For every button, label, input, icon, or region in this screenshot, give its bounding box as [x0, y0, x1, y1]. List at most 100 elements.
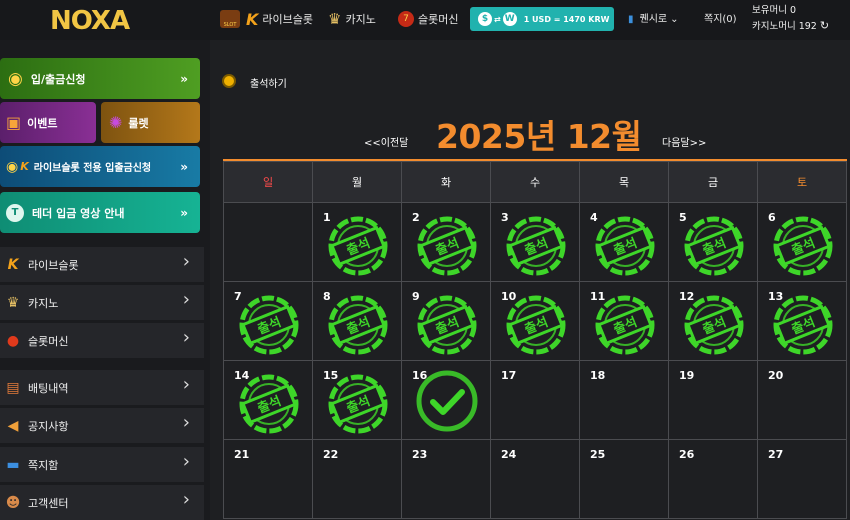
day-number: 27 — [768, 448, 784, 461]
exchange-rate-badge[interactable]: $ ⇄ W 1 USD = 1470 KRW — [470, 7, 614, 31]
day-number: 24 — [501, 448, 517, 461]
attendance-stamp-icon: 출석 — [328, 374, 388, 434]
attendance-stamp-icon: 출석 — [595, 295, 655, 355]
attendance-stamp-icon: 출석 — [417, 216, 477, 276]
menu-support[interactable]: ☻ 고객센터 › — [0, 485, 204, 520]
event-button[interactable]: ▣ 이벤트 — [0, 102, 96, 143]
casino-money-text: 카지노머니 192 — [752, 21, 817, 32]
attendance-label: 출석하기 — [250, 79, 287, 90]
calendar-day-cell[interactable]: 12 출석 — [668, 281, 758, 361]
top-header: NOXA SLOT K 라이브슬롯 ♛ 카지노 7 슬롯머신 $ ⇄ W 1 U… — [0, 0, 850, 40]
calendar-day-cell[interactable]: 3 출석 — [490, 202, 580, 282]
slot-machine-icon: 7 — [398, 11, 414, 27]
casino-icon: ♛ — [328, 10, 342, 28]
calendar-day-cell[interactable]: 14 출석 — [223, 360, 313, 440]
notes-link[interactable]: 쪽지(0) — [704, 10, 737, 25]
today-check-icon — [416, 370, 478, 432]
calendar-day-cell[interactable]: 23 — [401, 439, 491, 519]
menu-notice[interactable]: ◀ 공지사항 › — [0, 408, 204, 443]
menu-casino[interactable]: ♛ 카지노 › — [0, 285, 204, 320]
prev-month-link[interactable]: <<이전달 — [364, 134, 408, 149]
menu-live-slot[interactable]: K 라이브슬롯 › — [0, 247, 204, 282]
calendar-day-cell[interactable]: 25 — [579, 439, 669, 519]
calendar-week-row: 14 출석 15 출석 16 17 18 19 20 — [223, 360, 847, 440]
menu-messages[interactable]: ▬ 쪽지함 › — [0, 447, 204, 482]
chevron-right-icon: › — [182, 451, 190, 472]
calendar-day-cell[interactable]: 24 — [490, 439, 580, 519]
calendar-day-cell[interactable]: 5 출석 — [668, 202, 758, 282]
calendar-day-cell[interactable]: 2 출석 — [401, 202, 491, 282]
site-logo[interactable]: NOXA — [50, 4, 150, 40]
calendar-day-cell[interactable]: 11 출석 — [579, 281, 669, 361]
attendance-stamp-icon: 출석 — [773, 295, 833, 355]
calendar-day-cell[interactable]: 20 — [757, 360, 847, 440]
casino-icon: ♛ — [6, 294, 20, 311]
calendar-day-cell[interactable]: 9 출석 — [401, 281, 491, 361]
menu-label: 공지사항 — [28, 419, 69, 433]
attendance-stamp-icon: 출석 — [328, 216, 388, 276]
money-panel: 보유머니 0 카지노머니 192 ↻ — [752, 3, 829, 34]
calendar-day-cell[interactable]: 18 — [579, 360, 669, 440]
calendar-day-cell[interactable]: 1 출석 — [312, 202, 402, 282]
month-title: 2025년 12월 — [436, 117, 642, 156]
calendar-day-cell[interactable]: 10 출석 — [490, 281, 580, 361]
calendar-day-cell[interactable]: 26 — [668, 439, 758, 519]
calendar-day-cell[interactable]: 16 — [401, 360, 491, 440]
menu-betting-history[interactable]: ▤ 배팅내역 › — [0, 370, 204, 405]
menu-label: 배팅내역 — [28, 381, 69, 395]
calendar-day-cell[interactable]: 19 — [668, 360, 758, 440]
language-selector[interactable]: ▮ 퀜시로 ⌄ — [628, 10, 679, 25]
weekday-wed: 수 — [490, 161, 580, 203]
slot-badge-icon: SLOT — [220, 10, 240, 28]
chevron-right-icon: › — [182, 489, 190, 510]
day-number: 19 — [679, 369, 695, 382]
calendar-empty-cell — [223, 202, 313, 282]
day-number: 26 — [679, 448, 695, 461]
chevron-right-icon: › — [182, 251, 190, 272]
calendar-day-cell[interactable]: 7 출석 — [223, 281, 313, 361]
roulette-button[interactable]: ✺ 룰렛 — [101, 102, 200, 143]
tether-guide-button[interactable]: T 테더 입금 영상 안내 » — [0, 192, 200, 233]
calendar-day-cell[interactable]: 22 — [312, 439, 402, 519]
weekday-header-row: 일 월 화 수 목 금 토 — [223, 161, 847, 203]
menu-label: 슬롯머신 — [28, 334, 69, 348]
day-number: 18 — [590, 369, 606, 382]
attendance-stamp-icon: 출석 — [239, 295, 299, 355]
nav-live-slot[interactable]: SLOT K 라이브슬롯 — [220, 7, 313, 31]
nav-casino[interactable]: ♛ 카지노 — [328, 7, 376, 31]
attendance-indicator-icon — [222, 74, 236, 88]
refresh-icon[interactable]: ↻ — [820, 19, 829, 32]
money-bag-icon: ◉ — [6, 158, 19, 175]
calendar-day-cell[interactable]: 8 출석 — [312, 281, 402, 361]
calendar-day-cell[interactable]: 6 출석 — [757, 202, 847, 282]
calendar-day-cell[interactable]: 4 출석 — [579, 202, 669, 282]
calendar-day-cell[interactable]: 27 — [757, 439, 847, 519]
nav-label: 카지노 — [345, 13, 376, 26]
nav-label: 라이브슬롯 — [262, 13, 314, 26]
roulette-icon: ✺ — [109, 113, 123, 132]
slot-machine-icon: ● — [6, 332, 20, 349]
menu-slot-machine[interactable]: ● 슬롯머신 › — [0, 323, 204, 358]
next-month-link[interactable]: 다음달>> — [662, 134, 706, 149]
calendar-day-cell[interactable]: 17 — [490, 360, 580, 440]
day-number: 20 — [768, 369, 784, 382]
double-chevron-icon: » — [180, 71, 188, 86]
live-slot-icon: K — [246, 9, 259, 29]
dollar-coin-icon: $ — [478, 12, 492, 26]
weekday-sun: 일 — [223, 161, 313, 203]
nav-slot-machine[interactable]: 7 슬롯머신 — [398, 7, 458, 31]
deposit-withdraw-button[interactable]: ◉ 입/출금신청 » — [0, 58, 200, 99]
chevron-down-icon: ⌄ — [670, 14, 679, 25]
calendar-day-cell[interactable]: 15 출석 — [312, 360, 402, 440]
calendar-body: 1 출석 2 출석 3 출석 4 출석 5 출석 6 출석 7 출석 8 출석 9 출석 10 출석 11 출석 12 출석 1… — [223, 202, 847, 519]
double-chevron-icon: » — [180, 205, 188, 220]
calendar-week-row: 7 출석 8 출석 9 출석 10 출석 11 출석 12 출석 13 출석 — [223, 281, 847, 361]
attendance-stamp-icon: 출석 — [506, 295, 566, 355]
live-slot-deposit-button[interactable]: ◉ K 라이브슬롯 전용 입출금신청 » — [0, 146, 200, 187]
attendance-stamp-icon: 출석 — [773, 216, 833, 276]
calendar-day-cell[interactable]: 13 출석 — [757, 281, 847, 361]
calendar-day-cell[interactable]: 21 — [223, 439, 313, 519]
day-number: 21 — [234, 448, 250, 461]
tether-icon: T — [6, 203, 24, 222]
flag-icon: ▮ — [628, 14, 634, 25]
